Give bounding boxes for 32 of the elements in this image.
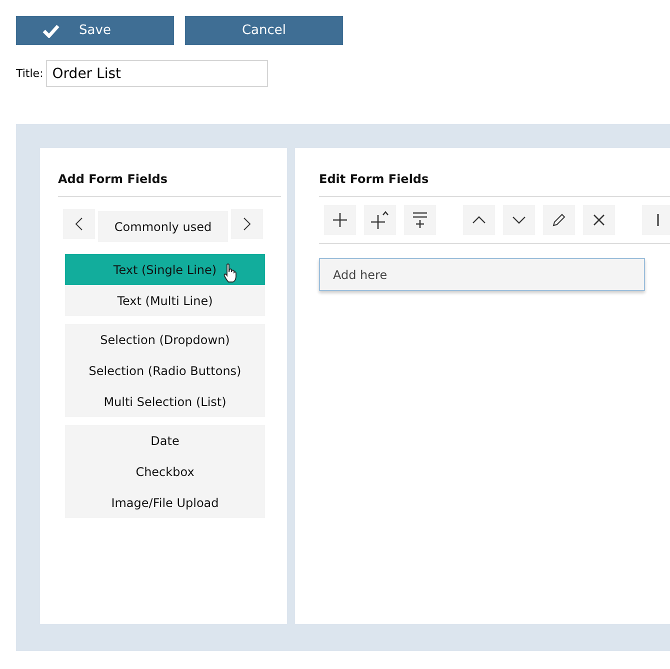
field-type-item[interactable]: Selection (Dropdown) [65,324,265,355]
toolbar-button[interactable] [324,205,356,235]
field-type-item[interactable]: Text (Multi Line) [65,285,265,316]
field-type-item[interactable]: Text (Single Line) [65,254,265,285]
chevron-left-icon [75,217,83,231]
pencil-icon [552,213,566,227]
toolbar-button[interactable] [543,205,575,235]
chevron-up-icon [472,216,486,224]
lines-plus-icon [412,211,428,229]
category-label: Commonly used [98,211,228,242]
panel-heading: Add Form Fields [58,148,281,197]
plus-icon [332,212,348,228]
action-button[interactable]: Cancel [185,16,343,45]
panel-heading: Edit Form Fields [319,148,670,197]
field-type-item[interactable]: Image/File Upload [65,487,265,518]
close-icon [593,214,605,226]
plus-caret-icon [370,210,390,230]
toolbar-button[interactable] [583,205,615,235]
field-type-item[interactable]: Checkbox [65,456,265,487]
field-type-item[interactable]: Date [65,425,265,456]
title-field[interactable]: Order List [46,60,268,87]
toolbar-button[interactable] [364,205,396,235]
drop-zone[interactable]: Add here [319,258,645,291]
toolbar-button[interactable] [404,205,436,235]
title-label: Title: [16,67,44,80]
field-type-item[interactable]: Selection (Radio Buttons) [65,355,265,386]
action-button[interactable]: Save [16,16,174,45]
check-icon [42,24,60,38]
chevron-down-icon [512,216,526,224]
field-type-item[interactable]: Multi Selection (List) [65,386,265,417]
hand-cursor-icon [223,263,237,283]
chevron-right-icon [243,217,251,231]
